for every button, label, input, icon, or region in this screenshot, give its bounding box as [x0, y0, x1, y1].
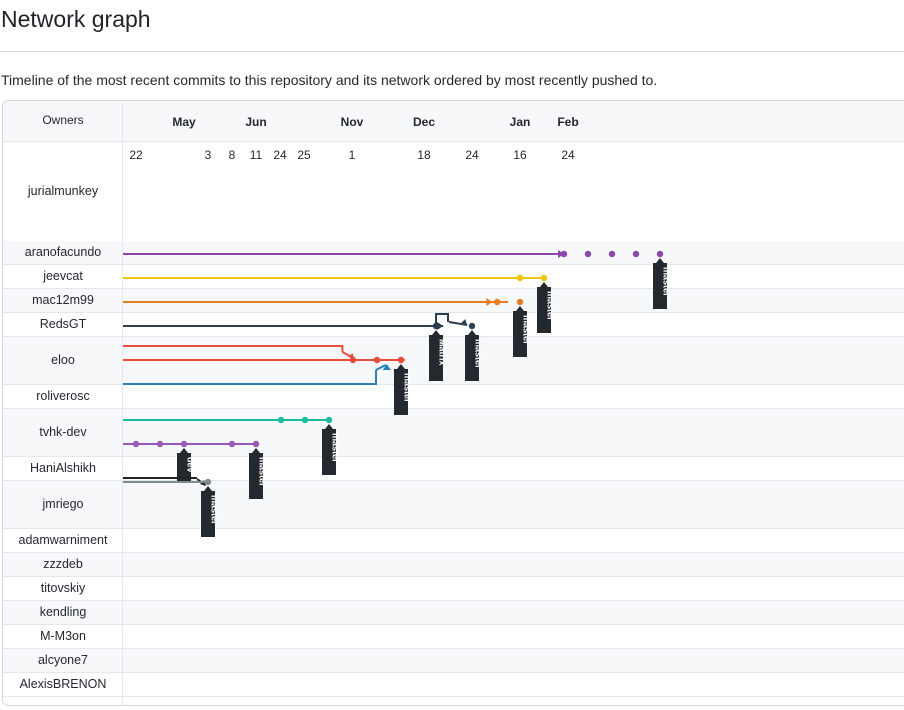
commit-dot[interactable] — [656, 250, 664, 258]
commit-dot[interactable] — [277, 416, 285, 424]
branch-tag[interactable]: master — [537, 282, 556, 333]
title-divider — [0, 51, 904, 52]
branch-tag[interactable]: master — [394, 364, 413, 415]
page-title: Network graph — [1, 6, 151, 32]
branch-line — [123, 370, 377, 385]
commit-dot[interactable] — [516, 298, 524, 306]
branch-tag-label: master — [403, 373, 413, 403]
commit-dot[interactable] — [325, 416, 333, 424]
commit-dot[interactable] — [132, 440, 140, 448]
page-description: Timeline of the most recent commits to t… — [1, 72, 658, 88]
branch-tag[interactable]: master — [322, 424, 341, 475]
branch-tag-label: master — [546, 291, 556, 321]
branch-tag-label: master — [662, 267, 672, 297]
commit-dot[interactable] — [204, 478, 212, 486]
branch-tag[interactable]: master — [653, 258, 672, 309]
commit-dot[interactable] — [373, 356, 381, 364]
commit-dot[interactable] — [252, 440, 260, 448]
commit-dot[interactable] — [494, 298, 501, 306]
branch-tag-label: Matrix — [438, 339, 448, 366]
commit-dot[interactable] — [397, 356, 405, 364]
branch-tag[interactable]: dev — [177, 448, 196, 481]
commit-dot[interactable] — [632, 250, 640, 258]
branch-tag[interactable]: master — [465, 330, 484, 381]
branch-tag[interactable]: master — [513, 306, 532, 357]
branch-tag[interactable]: master — [201, 486, 220, 537]
commit-dot[interactable] — [516, 274, 524, 282]
branch-tag[interactable]: Matrix — [429, 330, 448, 381]
branch-line — [123, 345, 344, 352]
commit-dot[interactable] — [180, 440, 188, 448]
branch-line — [123, 477, 197, 479]
branch-tag-label: master — [210, 495, 220, 525]
branch-tag-label: dev — [186, 457, 196, 473]
commit-dot[interactable] — [156, 440, 164, 448]
commit-dot[interactable] — [608, 250, 616, 258]
commit-dot[interactable] — [584, 250, 592, 258]
branch-tag-label: master — [258, 457, 268, 487]
branch-tag-label: master — [474, 339, 484, 369]
commit-dot[interactable] — [468, 322, 476, 330]
commit-dot[interactable] — [560, 250, 568, 258]
commit-dot[interactable] — [228, 440, 236, 448]
commit-graph-canvas[interactable]: master master master Matrix master master mast… — [3, 101, 904, 706]
branch-tag-label: master — [522, 315, 532, 345]
branch-tag-label: master — [331, 433, 341, 463]
branch-arrow — [486, 298, 493, 306]
commit-dot[interactable] — [301, 416, 309, 424]
branch-tag[interactable]: master — [249, 448, 268, 499]
commit-dot[interactable] — [540, 274, 548, 282]
commit-dot[interactable] — [349, 356, 357, 364]
commit-dot[interactable] — [432, 322, 440, 330]
network-graph[interactable]: Owners jurialmunkey aranofacundo jeevcat ma… — [2, 100, 904, 706]
